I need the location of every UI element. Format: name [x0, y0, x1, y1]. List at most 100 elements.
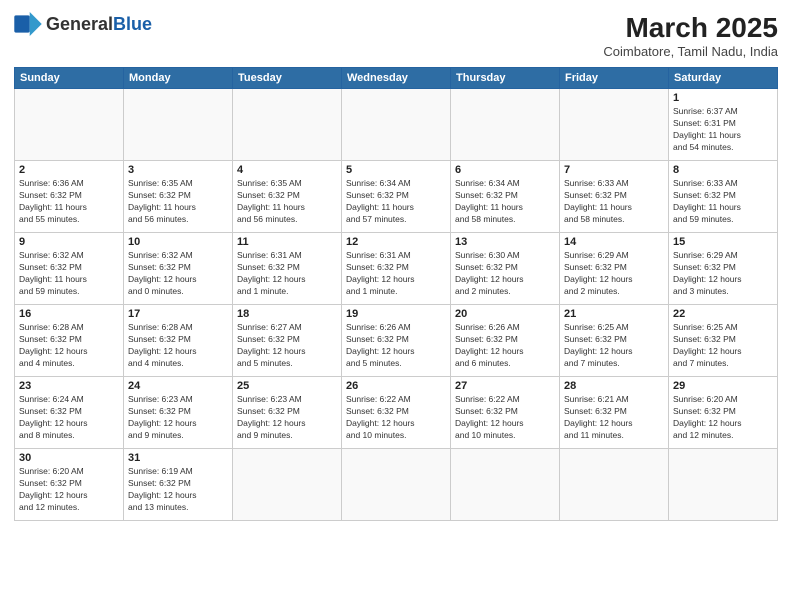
- table-row: [342, 89, 451, 161]
- table-row: 2Sunrise: 6:36 AM Sunset: 6:32 PM Daylig…: [15, 161, 124, 233]
- day-info: Sunrise: 6:36 AM Sunset: 6:32 PM Dayligh…: [19, 178, 119, 226]
- day-info: Sunrise: 6:32 AM Sunset: 6:32 PM Dayligh…: [19, 250, 119, 298]
- day-info: Sunrise: 6:26 AM Sunset: 6:32 PM Dayligh…: [455, 322, 555, 370]
- day-number: 15: [673, 236, 773, 248]
- day-number: 9: [19, 236, 119, 248]
- table-row: [124, 89, 233, 161]
- day-number: 11: [237, 236, 337, 248]
- day-info: Sunrise: 6:23 AM Sunset: 6:32 PM Dayligh…: [128, 394, 228, 442]
- day-info: Sunrise: 6:35 AM Sunset: 6:32 PM Dayligh…: [237, 178, 337, 226]
- table-row: 10Sunrise: 6:32 AM Sunset: 6:32 PM Dayli…: [124, 233, 233, 305]
- day-number: 25: [237, 380, 337, 392]
- day-number: 14: [564, 236, 664, 248]
- col-tuesday: Tuesday: [233, 68, 342, 89]
- header: GeneralBlue March 2025 Coimbatore, Tamil…: [14, 12, 778, 59]
- calendar-week-row: 30Sunrise: 6:20 AM Sunset: 6:32 PM Dayli…: [15, 449, 778, 521]
- table-row: 18 Sunrise: 6:27 AM Sunset: 6:32 PM Dayli…: [233, 305, 342, 377]
- table-row: 15 Sunrise: 6:29 AM Sunset: 6:32 PM Dayli…: [669, 233, 778, 305]
- day-info: Sunrise: 6:31 AM Sunset: 6:32 PM Dayligh…: [346, 250, 446, 298]
- day-info: Sunrise: 6:26 AM Sunset: 6:32 PM Dayligh…: [346, 322, 446, 370]
- day-number: 4: [237, 164, 337, 176]
- day-number: 18: [237, 308, 337, 320]
- table-row: 1 Sunrise: 6:37 AM Sunset: 6:31 PM Daylig…: [669, 89, 778, 161]
- calendar-week-row: 9 Sunrise: 6:32 AM Sunset: 6:32 PM Daylig…: [15, 233, 778, 305]
- day-info: Sunrise: 6:35 AM Sunset: 6:32 PM Dayligh…: [128, 178, 228, 226]
- calendar-week-row: 2Sunrise: 6:36 AM Sunset: 6:32 PM Daylig…: [15, 161, 778, 233]
- col-sunday: Sunday: [15, 68, 124, 89]
- day-info: Sunrise: 6:20 AM Sunset: 6:32 PM Dayligh…: [19, 466, 119, 514]
- calendar-week-row: 23 Sunrise: 6:24 AM Sunset: 6:32 PM Dayli…: [15, 377, 778, 449]
- logo-label: GeneralBlue: [46, 14, 152, 35]
- table-row: 4 Sunrise: 6:35 AM Sunset: 6:32 PM Daylig…: [233, 161, 342, 233]
- table-row: 13 Sunrise: 6:30 AM Sunset: 6:32 PM Dayli…: [451, 233, 560, 305]
- day-number: 7: [564, 164, 664, 176]
- generalblue-icon: [14, 12, 42, 36]
- day-info: Sunrise: 6:22 AM Sunset: 6:32 PM Dayligh…: [346, 394, 446, 442]
- table-row: 28 Sunrise: 6:21 AM Sunset: 6:32 PM Dayli…: [560, 377, 669, 449]
- table-row: 21Sunrise: 6:25 AM Sunset: 6:32 PM Dayli…: [560, 305, 669, 377]
- day-info: Sunrise: 6:21 AM Sunset: 6:32 PM Dayligh…: [564, 394, 664, 442]
- table-row: 31 Sunrise: 6:19 AM Sunset: 6:32 PM Dayli…: [124, 449, 233, 521]
- day-info: Sunrise: 6:37 AM Sunset: 6:31 PM Dayligh…: [673, 106, 773, 154]
- day-info: Sunrise: 6:29 AM Sunset: 6:32 PM Dayligh…: [564, 250, 664, 298]
- calendar-week-row: 16 Sunrise: 6:28 AM Sunset: 6:32 PM Dayli…: [15, 305, 778, 377]
- table-row: 24 Sunrise: 6:23 AM Sunset: 6:32 PM Dayli…: [124, 377, 233, 449]
- day-number: 20: [455, 308, 555, 320]
- day-info: Sunrise: 6:19 AM Sunset: 6:32 PM Dayligh…: [128, 466, 228, 514]
- table-row: 20 Sunrise: 6:26 AM Sunset: 6:32 PM Dayli…: [451, 305, 560, 377]
- day-info: Sunrise: 6:34 AM Sunset: 6:32 PM Dayligh…: [346, 178, 446, 226]
- day-number: 23: [19, 380, 119, 392]
- day-number: 28: [564, 380, 664, 392]
- page: GeneralBlue March 2025 Coimbatore, Tamil…: [0, 0, 792, 612]
- table-row: [451, 89, 560, 161]
- day-number: 17: [128, 308, 228, 320]
- col-thursday: Thursday: [451, 68, 560, 89]
- day-info: Sunrise: 6:28 AM Sunset: 6:32 PM Dayligh…: [128, 322, 228, 370]
- calendar-header-row: Sunday Monday Tuesday Wednesday Thursday…: [15, 68, 778, 89]
- day-info: Sunrise: 6:24 AM Sunset: 6:32 PM Dayligh…: [19, 394, 119, 442]
- day-info: Sunrise: 6:30 AM Sunset: 6:32 PM Dayligh…: [455, 250, 555, 298]
- day-number: 22: [673, 308, 773, 320]
- day-number: 31: [128, 452, 228, 464]
- day-info: Sunrise: 6:29 AM Sunset: 6:32 PM Dayligh…: [673, 250, 773, 298]
- day-info: Sunrise: 6:23 AM Sunset: 6:32 PM Dayligh…: [237, 394, 337, 442]
- col-monday: Monday: [124, 68, 233, 89]
- table-row: 30Sunrise: 6:20 AM Sunset: 6:32 PM Dayli…: [15, 449, 124, 521]
- col-friday: Friday: [560, 68, 669, 89]
- table-row: [560, 449, 669, 521]
- day-number: 13: [455, 236, 555, 248]
- day-info: Sunrise: 6:27 AM Sunset: 6:32 PM Dayligh…: [237, 322, 337, 370]
- day-info: Sunrise: 6:22 AM Sunset: 6:32 PM Dayligh…: [455, 394, 555, 442]
- table-row: 3Sunrise: 6:35 AM Sunset: 6:32 PM Daylig…: [124, 161, 233, 233]
- table-row: [342, 449, 451, 521]
- table-row: 19 Sunrise: 6:26 AM Sunset: 6:32 PM Dayli…: [342, 305, 451, 377]
- month-year: March 2025: [603, 12, 778, 44]
- day-info: Sunrise: 6:31 AM Sunset: 6:32 PM Dayligh…: [237, 250, 337, 298]
- day-info: Sunrise: 6:33 AM Sunset: 6:32 PM Dayligh…: [673, 178, 773, 226]
- calendar-week-row: 1 Sunrise: 6:37 AM Sunset: 6:31 PM Daylig…: [15, 89, 778, 161]
- day-number: 24: [128, 380, 228, 392]
- table-row: 6Sunrise: 6:34 AM Sunset: 6:32 PM Daylig…: [451, 161, 560, 233]
- logo: GeneralBlue: [14, 12, 152, 36]
- table-row: 5Sunrise: 6:34 AM Sunset: 6:32 PM Daylig…: [342, 161, 451, 233]
- day-number: 26: [346, 380, 446, 392]
- table-row: 14 Sunrise: 6:29 AM Sunset: 6:32 PM Dayli…: [560, 233, 669, 305]
- calendar-table: Sunday Monday Tuesday Wednesday Thursday…: [14, 67, 778, 521]
- table-row: 29Sunrise: 6:20 AM Sunset: 6:32 PM Dayli…: [669, 377, 778, 449]
- col-saturday: Saturday: [669, 68, 778, 89]
- table-row: [451, 449, 560, 521]
- day-number: 29: [673, 380, 773, 392]
- table-row: 17 Sunrise: 6:28 AM Sunset: 6:32 PM Dayli…: [124, 305, 233, 377]
- table-row: [233, 89, 342, 161]
- day-number: 21: [564, 308, 664, 320]
- table-row: 8Sunrise: 6:33 AM Sunset: 6:32 PM Daylig…: [669, 161, 778, 233]
- day-number: 19: [346, 308, 446, 320]
- table-row: 7Sunrise: 6:33 AM Sunset: 6:32 PM Daylig…: [560, 161, 669, 233]
- day-info: Sunrise: 6:32 AM Sunset: 6:32 PM Dayligh…: [128, 250, 228, 298]
- day-number: 16: [19, 308, 119, 320]
- day-number: 1: [673, 92, 773, 104]
- location: Coimbatore, Tamil Nadu, India: [603, 44, 778, 59]
- table-row: 23 Sunrise: 6:24 AM Sunset: 6:32 PM Dayli…: [15, 377, 124, 449]
- table-row: [560, 89, 669, 161]
- table-row: [15, 89, 124, 161]
